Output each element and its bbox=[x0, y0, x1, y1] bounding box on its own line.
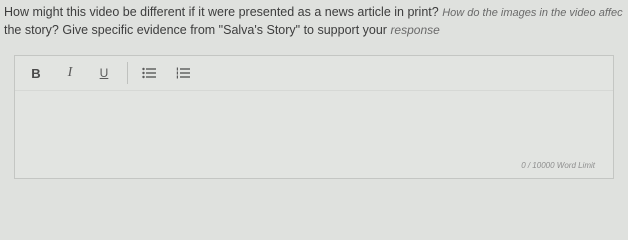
bold-button[interactable]: B bbox=[25, 62, 47, 84]
prompt-text: How might this video be different if it … bbox=[4, 5, 443, 19]
underline-button[interactable]: U bbox=[93, 62, 115, 84]
numbered-list-button[interactable] bbox=[172, 62, 194, 84]
question-prompt: How might this video be different if it … bbox=[4, 4, 628, 39]
word-count: 0 / 10000 Word Limit bbox=[521, 161, 595, 170]
response-text-area[interactable] bbox=[15, 91, 613, 169]
numbered-list-icon bbox=[176, 67, 190, 79]
bulleted-list-button[interactable] bbox=[138, 62, 160, 84]
editor-toolbar: B I U bbox=[15, 56, 613, 91]
prompt-text-italic: response bbox=[390, 23, 440, 37]
bulleted-list-icon bbox=[142, 67, 156, 79]
prompt-text-italic: How do the images in the video affec bbox=[442, 7, 623, 19]
toolbar-divider bbox=[127, 62, 128, 84]
prompt-line-1: How might this video be different if it … bbox=[4, 4, 628, 22]
response-editor: B I U 0 / 10000 Word Limit bbox=[14, 55, 614, 179]
italic-button[interactable]: I bbox=[59, 62, 81, 84]
prompt-text: the story? Give specific evidence from "… bbox=[4, 23, 391, 37]
prompt-line-2: the story? Give specific evidence from "… bbox=[4, 22, 628, 39]
